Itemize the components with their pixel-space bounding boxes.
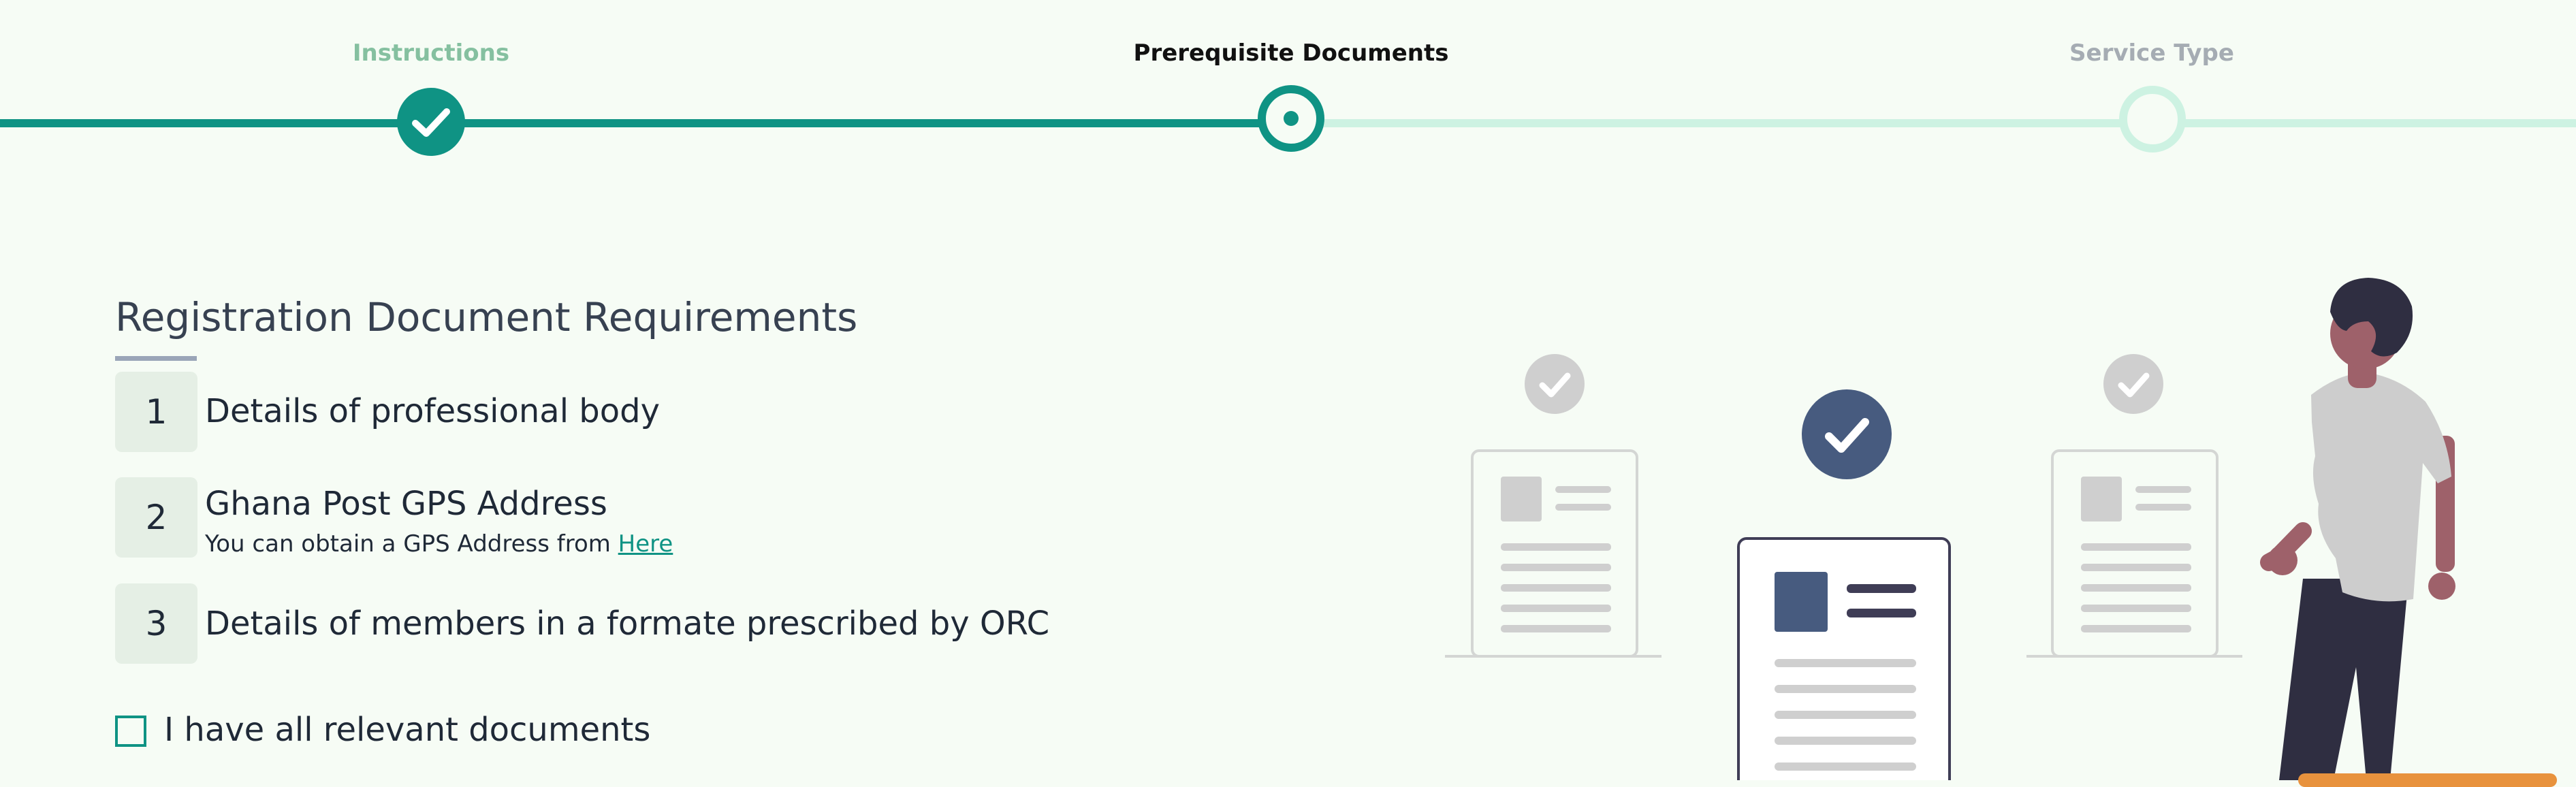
person-figure bbox=[2260, 278, 2455, 780]
document-icon bbox=[2026, 449, 2242, 658]
step-label-prerequisite-documents: Prerequisite Documents bbox=[1133, 39, 1449, 67]
checkmark-icon bbox=[412, 108, 450, 137]
documents-confirm-checkbox[interactable] bbox=[115, 716, 146, 747]
step-label-instructions[interactable]: Instructions bbox=[193, 39, 669, 67]
requirement-title: Details of professional body bbox=[205, 392, 660, 430]
requirement-number-badge: 2 bbox=[115, 477, 197, 558]
next-button[interactable] bbox=[2298, 773, 2557, 787]
check-circle-icon bbox=[1525, 354, 1585, 414]
step-current-node bbox=[1258, 85, 1324, 152]
requirement-subtext: You can obtain a GPS Address from Here bbox=[205, 530, 673, 558]
stepper-progress-remaining bbox=[1291, 119, 2576, 127]
step-upcoming-node bbox=[2119, 86, 2186, 152]
step-label-service-type: Service Type bbox=[2069, 39, 2234, 67]
page-title: Registration Document Requirements bbox=[115, 294, 858, 340]
document-icon bbox=[1445, 449, 1661, 658]
document-icon bbox=[1737, 537, 1951, 780]
requirement-title: Ghana Post GPS Address bbox=[205, 485, 607, 523]
requirement-title: Details of members in a formate prescrib… bbox=[205, 605, 1050, 643]
check-circle-icon bbox=[2103, 354, 2163, 414]
documents-checklist-illustration bbox=[1445, 278, 2455, 780]
requirement-number-badge: 3 bbox=[115, 583, 197, 664]
requirement-number-badge: 1 bbox=[115, 372, 197, 452]
title-underline bbox=[115, 356, 197, 361]
current-step-dot-icon bbox=[1284, 111, 1299, 126]
gps-address-link[interactable]: Here bbox=[618, 530, 673, 558]
documents-confirm-label[interactable]: I have all relevant documents bbox=[164, 711, 650, 749]
check-circle-icon bbox=[1802, 389, 1892, 479]
gps-address-hint: You can obtain a GPS Address from bbox=[205, 530, 618, 558]
stepper-progress-completed bbox=[0, 119, 1291, 127]
step-completed-node[interactable] bbox=[397, 88, 465, 156]
